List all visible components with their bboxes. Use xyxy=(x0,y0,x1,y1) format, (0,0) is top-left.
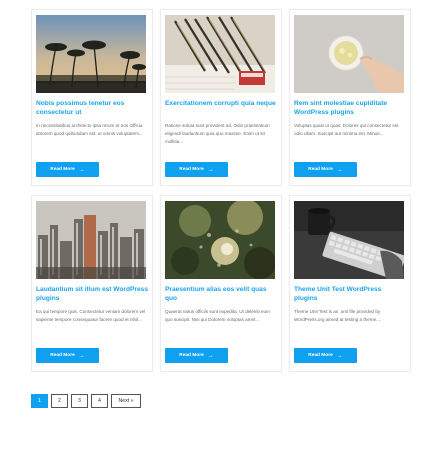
post-thumbnail-leaves[interactable] xyxy=(165,201,275,279)
post-card: Exercitationem corrupti quia neque Ratio… xyxy=(160,9,282,186)
post-title-link[interactable]: Rem sint molestiae cupiditate WordPress … xyxy=(294,100,406,118)
post-thumbnail-pencils[interactable] xyxy=(165,15,275,93)
pagination-page-2[interactable]: 2 xyxy=(51,394,68,408)
post-thumbnail-palm-trees[interactable] xyxy=(36,15,146,93)
post-card: Theme Unit Test WordPress plugins Theme … xyxy=(289,195,411,372)
post-thumbnail-city[interactable] xyxy=(36,201,146,279)
post-title-link[interactable]: Exercitationem corrupti quia neque xyxy=(165,100,277,118)
post-grid: Nobis possimus tenetur eos consectetur u… xyxy=(31,9,411,372)
arrow-right-icon: → xyxy=(336,166,343,173)
post-title-link[interactable]: Laudantium sit illum est WordPress plugi… xyxy=(36,286,148,304)
read-more-label: Read More xyxy=(50,353,75,358)
pagination-page-4[interactable]: 4 xyxy=(91,394,108,408)
post-card: Rem sint molestiae cupiditate WordPress … xyxy=(289,9,411,186)
read-more-label: Read More xyxy=(308,167,333,172)
arrow-right-icon: → xyxy=(78,166,85,173)
post-excerpt: Ratione soluta sunt provident ad. Odio p… xyxy=(165,123,270,144)
read-more-button[interactable]: Read More → xyxy=(165,348,228,363)
post-excerpt: Ea qui tempore quis. Consectetur veniam … xyxy=(36,309,146,322)
read-more-button[interactable]: Read More → xyxy=(36,162,99,177)
arrow-right-icon: → xyxy=(207,352,214,359)
read-more-button[interactable]: Read More → xyxy=(165,162,228,177)
arrow-right-icon: → xyxy=(78,352,85,359)
read-more-label: Read More xyxy=(308,353,333,358)
read-more-label: Read More xyxy=(50,167,75,172)
post-title-link[interactable]: Theme Unit Test WordPress plugins xyxy=(294,286,406,304)
read-more-label: Read More xyxy=(179,353,204,358)
post-title-link[interactable]: Praesentium alias eos velit quas quo xyxy=(165,286,277,304)
pagination-next-button[interactable]: Next » xyxy=(111,394,141,408)
read-more-button[interactable]: Read More → xyxy=(294,162,357,177)
pagination-page-1[interactable]: 1 xyxy=(31,394,48,408)
post-card: Laudantium sit illum est WordPress plugi… xyxy=(31,195,153,372)
read-more-button[interactable]: Read More → xyxy=(36,348,99,363)
post-excerpt: Theme Unit Test is an .xml file provided… xyxy=(294,309,382,322)
post-excerpt: In necessitatibus architecto ipsa rerum … xyxy=(36,123,143,136)
pagination-page-3[interactable]: 3 xyxy=(71,394,88,408)
post-excerpt: Voluptas quasi ut quas. Dolores qui cons… xyxy=(294,123,399,136)
read-more-button[interactable]: Read More → xyxy=(294,348,357,363)
pagination: 1 2 3 4 Next » xyxy=(31,394,141,408)
post-title-link[interactable]: Nobis possimus tenetur eos consectetur u… xyxy=(36,100,148,118)
post-card: Nobis possimus tenetur eos consectetur u… xyxy=(31,9,153,186)
post-thumbnail-keyboard[interactable] xyxy=(294,201,404,279)
post-excerpt: Quaerat natus officiis sunt expedita. Ut… xyxy=(165,309,270,322)
post-thumbnail-tea-cup[interactable] xyxy=(294,15,404,93)
read-more-label: Read More xyxy=(179,167,204,172)
post-card: Praesentium alias eos velit quas quo Qua… xyxy=(160,195,282,372)
arrow-right-icon: → xyxy=(336,352,343,359)
arrow-right-icon: → xyxy=(207,166,214,173)
